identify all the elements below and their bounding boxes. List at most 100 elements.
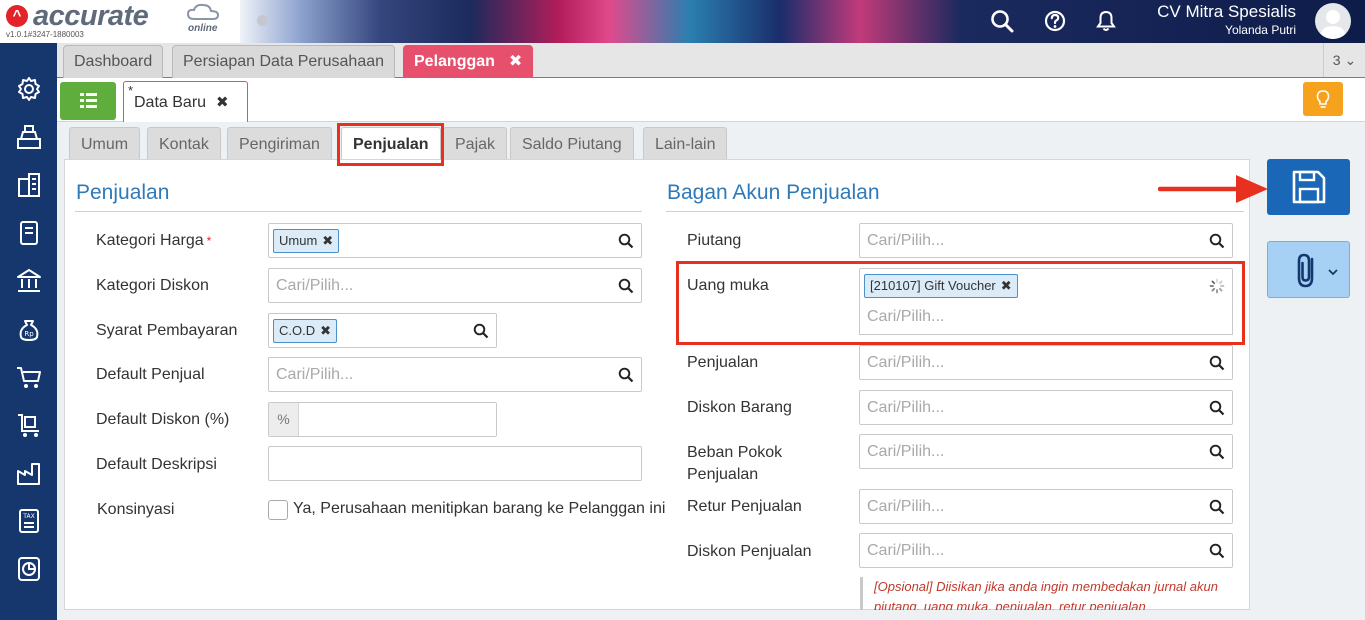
label-kategori-harga-text: Kategori Harga [96,232,204,249]
company-name: CV Mitra Spesialis [1157,2,1296,21]
placeholder: Cari/Pilih... [867,498,945,515]
report-chart-icon[interactable] [15,555,43,583]
logo[interactable]: ^ accurate online v1.0.1#3247-1880003 [0,0,240,43]
search-icon[interactable] [1209,444,1225,460]
label-konsinyasi: Konsinyasi [97,501,175,518]
tab-pelanggan-label: Pelanggan [414,53,495,70]
cash-register-icon[interactable] [15,123,43,151]
label-piutang: Piutang [687,232,742,249]
label-syarat-pembayaran: Syarat Pembayaran [96,322,238,339]
search-icon[interactable] [989,8,1015,34]
logo-mark-icon: ^ [6,5,28,27]
close-icon[interactable]: ✖ [216,94,229,111]
section-title-bagan-akun: Bagan Akun Penjualan [667,181,880,204]
form-tab-pajak[interactable]: Pajak [443,127,508,160]
search-icon[interactable] [618,278,634,294]
search-icon[interactable] [473,323,489,339]
arrow-annotation [1158,175,1268,203]
label-default-penjual: Default Penjual [96,366,205,383]
placeholder: Cari/Pilih... [867,399,945,416]
unsaved-marker: * [128,83,134,98]
percent-addon: % [269,403,299,436]
label-diskon-penjualan: Diskon Penjualan [687,543,812,560]
label-line-2: Penjualan [687,466,759,483]
list-button[interactable] [60,82,116,120]
diskon-barang-input[interactable]: Cari/Pilih... [859,390,1233,425]
placeholder: Cari/Pilih... [867,443,945,460]
required-marker: * [206,234,212,248]
search-icon[interactable] [1209,400,1225,416]
inventory-cart-icon[interactable] [15,411,43,439]
tab-persiapan-data[interactable]: Persiapan Data Perusahaan [172,45,396,78]
konsinyasi-checkbox[interactable] [268,500,288,520]
close-icon[interactable]: ✖ [509,53,522,70]
building-icon[interactable] [15,171,43,199]
bank-icon[interactable] [15,267,43,295]
form-tab-kontak[interactable]: Kontak [147,127,221,160]
label-diskon-barang: Diskon Barang [687,399,792,416]
bell-icon[interactable] [1093,8,1119,34]
status-dot [257,15,268,26]
logo-text: accurate [33,0,149,32]
kategori-diskon-input[interactable]: Cari/Pilih... [268,268,642,303]
form-tab-umum[interactable]: Umum [69,127,141,160]
section-title-penjualan: Penjualan [76,181,170,204]
piutang-input[interactable]: Cari/Pilih... [859,223,1233,258]
search-icon[interactable] [618,367,634,383]
search-icon[interactable] [1209,543,1225,559]
syarat-pembayaran-field[interactable]: C.O.D ✖ [268,313,497,348]
save-button[interactable] [1267,159,1350,215]
diskon-penjualan-input[interactable]: Cari/Pilih... [859,533,1233,568]
search-icon[interactable] [1209,355,1225,371]
help-icon[interactable] [1042,8,1068,34]
top-bar: ^ accurate online v1.0.1#3247-1880003 CV… [0,0,1365,43]
beban-pokok-penjualan-input[interactable]: Cari/Pilih... [859,434,1233,469]
form-tab-saldo-piutang[interactable]: Saldo Piutang [510,127,634,160]
ledger-icon[interactable] [15,219,43,247]
tab-persiapan-data-label: Persiapan Data Perusahaan [183,53,385,70]
search-icon[interactable] [1209,499,1225,515]
attachment-button[interactable] [1267,241,1350,298]
factory-icon[interactable] [15,459,43,487]
konsinyasi-checkbox-label[interactable]: Ya, Perusahaan menitipkan barang ke Pela… [293,498,665,520]
remove-chip-icon[interactable]: ✖ [320,323,331,338]
section-divider [75,211,642,212]
remove-chip-icon[interactable]: ✖ [322,233,333,248]
tab-count[interactable]: 3 ⌄ [1323,43,1365,77]
form-tab-lain-lain[interactable]: Lain-lain [643,127,728,160]
money-bag-icon[interactable]: Rp [15,315,43,343]
chip-kategori-harga: Umum ✖ [273,229,340,253]
user-icon [1320,10,1346,39]
default-diskon-input[interactable]: % [268,402,497,437]
doc-tab-label: Data Baru [134,94,207,111]
search-icon[interactable] [1209,233,1225,249]
form-tab-pengiriman[interactable]: Pengiriman [227,127,332,160]
company-info[interactable]: CV Mitra Spesialis Yolanda Putri [1157,2,1296,37]
tab-count-value: 3 [1332,52,1341,68]
avatar[interactable] [1315,3,1351,39]
label-penjualan: Penjualan [687,354,759,371]
placeholder: Cari/Pilih... [276,277,354,294]
save-icon [1292,170,1326,204]
retur-penjualan-input[interactable]: Cari/Pilih... [859,489,1233,524]
tax-icon[interactable]: TAX [15,507,43,535]
label-line-1: Beban Pokok [687,444,783,461]
label-beban-pokok-penjualan: Beban Pokok Penjualan [687,442,782,486]
paperclip-icon [1297,253,1338,288]
search-icon[interactable] [618,233,634,249]
tab-dashboard[interactable]: Dashboard [63,45,164,78]
default-deskripsi-input[interactable] [268,446,642,481]
default-penjual-input[interactable]: Cari/Pilih... [268,357,642,392]
sidebar: Rp TAX [0,43,57,620]
label-default-diskon: Default Diskon (%) [96,411,230,428]
cart-icon[interactable] [15,363,43,391]
label-kategori-diskon: Kategori Diskon [96,277,209,294]
kategori-harga-field[interactable]: Umum ✖ [268,223,642,258]
gear-icon[interactable] [15,75,43,103]
placeholder: Cari/Pilih... [867,542,945,559]
doc-tab-data-baru[interactable]: * Data Baru ✖ [123,81,248,123]
tips-button[interactable] [1303,82,1343,116]
placeholder: Cari/Pilih... [867,354,945,371]
penjualan-input[interactable]: Cari/Pilih... [859,345,1233,380]
tab-pelanggan[interactable]: Pelanggan ✖ [403,45,534,78]
